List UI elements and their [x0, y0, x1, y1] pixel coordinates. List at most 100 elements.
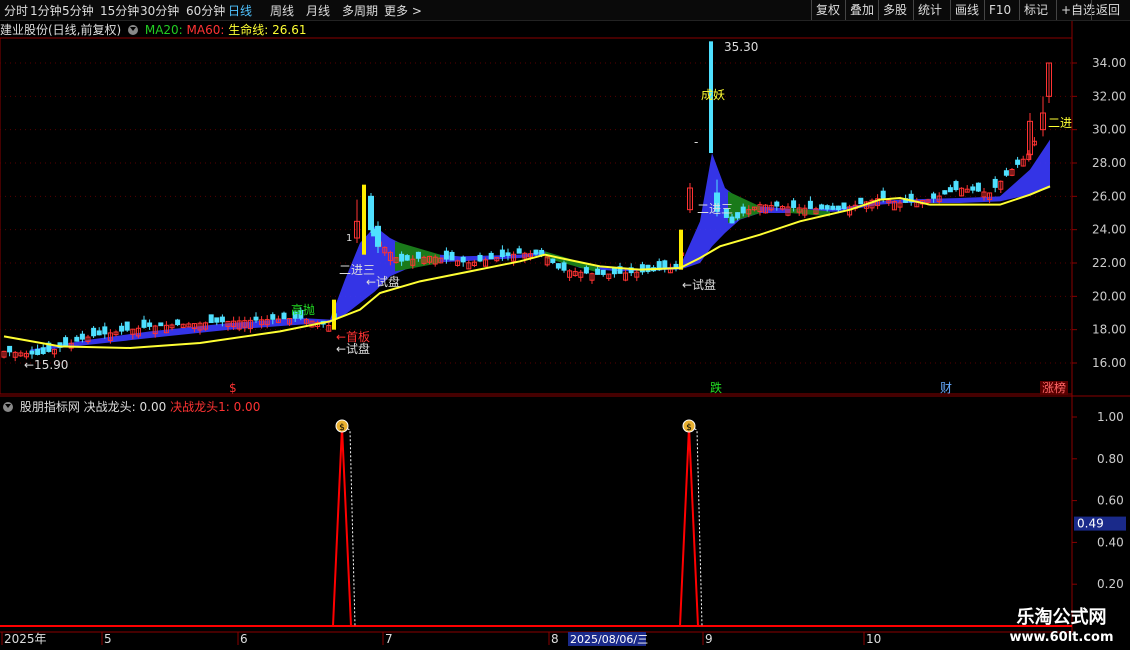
candle-body [449, 251, 455, 261]
candle-body [141, 319, 147, 328]
main-frame [0, 37, 1073, 395]
label-shipan-3: ←试盘 [682, 277, 716, 292]
label-gaoxi: 高抛 [291, 302, 315, 317]
candle-body [63, 337, 69, 346]
ind-y-tick-label: 0.80 [1097, 452, 1124, 466]
x-axis-label: 10 [866, 632, 881, 646]
y-tick-label: 34.00 [1092, 56, 1126, 70]
event-marker-0: $ [229, 381, 237, 395]
y-tick-label: 18.00 [1092, 323, 1126, 337]
candle-body [947, 187, 953, 193]
candle-body [841, 202, 847, 209]
candle-body [219, 316, 225, 323]
candle-body [253, 316, 259, 321]
watermark-logo: 乐淘公式网 www.60lt.com [993, 607, 1130, 650]
ind-y-tick-label: 0.60 [1097, 494, 1124, 508]
candle-body [539, 249, 545, 255]
candle-body [270, 314, 276, 320]
chart-canvas: $ $ 35.30←15.90高抛←首板←试盘←试盘 ←试盘二进三二进三成妖二进-1… [0, 21, 1130, 646]
candle-surge-2 [368, 195, 374, 231]
candle-body [807, 200, 813, 209]
candle-body [595, 268, 601, 275]
low-price-label: ←15.90 [24, 358, 68, 372]
candle-body [729, 216, 735, 224]
candle-body [975, 182, 981, 192]
candle-body [735, 212, 741, 219]
x-axis-label: 2025年 [4, 632, 47, 646]
candle-body [40, 347, 46, 354]
y-tick-label: 24.00 [1092, 223, 1126, 237]
candle-body [516, 248, 522, 254]
y-tick-label: 20.00 [1092, 289, 1126, 303]
money-bag-glyph: $ [686, 423, 692, 433]
candle-body [583, 267, 589, 274]
candle-body [600, 269, 606, 275]
candle-body [124, 321, 130, 331]
indicator-menu-icon[interactable] [3, 402, 13, 412]
event-marker-3: 涨榜 [1042, 380, 1066, 395]
label-shipan-1: ←试盘 [336, 341, 370, 356]
candle-body [208, 314, 214, 324]
candle-body [79, 333, 85, 340]
candle-body [499, 249, 505, 258]
candle-body [830, 205, 836, 210]
candle-body [673, 263, 679, 268]
label-erjin: 二进 [1048, 116, 1072, 130]
candle-body [119, 325, 125, 332]
label-chengyao: 成妖 [701, 88, 725, 102]
high-price-label: 35.30 [724, 40, 758, 54]
candle-body [74, 336, 80, 342]
candle-surge-3 [375, 225, 381, 247]
candle-body [835, 205, 841, 211]
indicator-header: 股朋指标网 决战龙头: 0.00 决战龙头1: 0.00 [0, 398, 260, 414]
ma-ribbon [30, 139, 1050, 352]
y-tick-label: 22.00 [1092, 256, 1126, 270]
candle-body [175, 319, 181, 326]
label-erjinsan-1: 二进三 [339, 263, 375, 277]
candle-body [488, 252, 494, 260]
candle-body [505, 252, 511, 256]
line2-label: 决战龙头1: 0.00 [170, 400, 261, 414]
ind-y-tick-label: 0.20 [1097, 577, 1124, 591]
ind-y-tick-label: 1.00 [1097, 410, 1124, 424]
candle-body [477, 254, 483, 262]
highlight-bar-2 [362, 184, 366, 255]
cursor-date-label: 2025/08/06/三 [570, 633, 648, 646]
candle-body [7, 345, 13, 353]
candle-body [639, 264, 645, 273]
label-one: 1 [346, 233, 352, 244]
y-tick-label: 32.00 [1092, 89, 1126, 103]
candle-body [214, 317, 220, 323]
candle-body [1015, 159, 1021, 165]
candle-body [91, 327, 97, 337]
candle-body [555, 263, 561, 269]
candle-body [102, 326, 108, 335]
label-dash: - [694, 135, 698, 149]
candle-body [29, 350, 35, 355]
watermark-url: www.60lt.com [1009, 630, 1114, 645]
current-value-label: 0.49 [1077, 517, 1104, 531]
label-erjinsan-2: 二进三 [697, 202, 733, 216]
candle-body [1003, 170, 1009, 176]
candle-body [158, 322, 164, 327]
candle-body [415, 251, 421, 259]
candle-body [942, 190, 948, 195]
candle-body [443, 250, 449, 260]
candle-body [96, 330, 102, 336]
candle-body [533, 249, 539, 255]
money-bag-glyph: $ [339, 423, 345, 433]
y-tick-label: 16.00 [1092, 356, 1126, 370]
x-axis-label: 7 [385, 632, 393, 646]
event-marker-2: 财 [940, 381, 952, 395]
candle-body [791, 200, 797, 208]
candle-body [858, 197, 864, 205]
candle-body [880, 190, 886, 200]
candle-body [550, 258, 556, 263]
candle-body [992, 178, 998, 188]
x-axis-label: 6 [240, 632, 248, 646]
candle-body [281, 312, 287, 320]
signal-spike-0 [332, 426, 352, 627]
candle-body [774, 201, 780, 207]
y-tick-label: 28.00 [1092, 156, 1126, 170]
candle-body [740, 206, 746, 214]
